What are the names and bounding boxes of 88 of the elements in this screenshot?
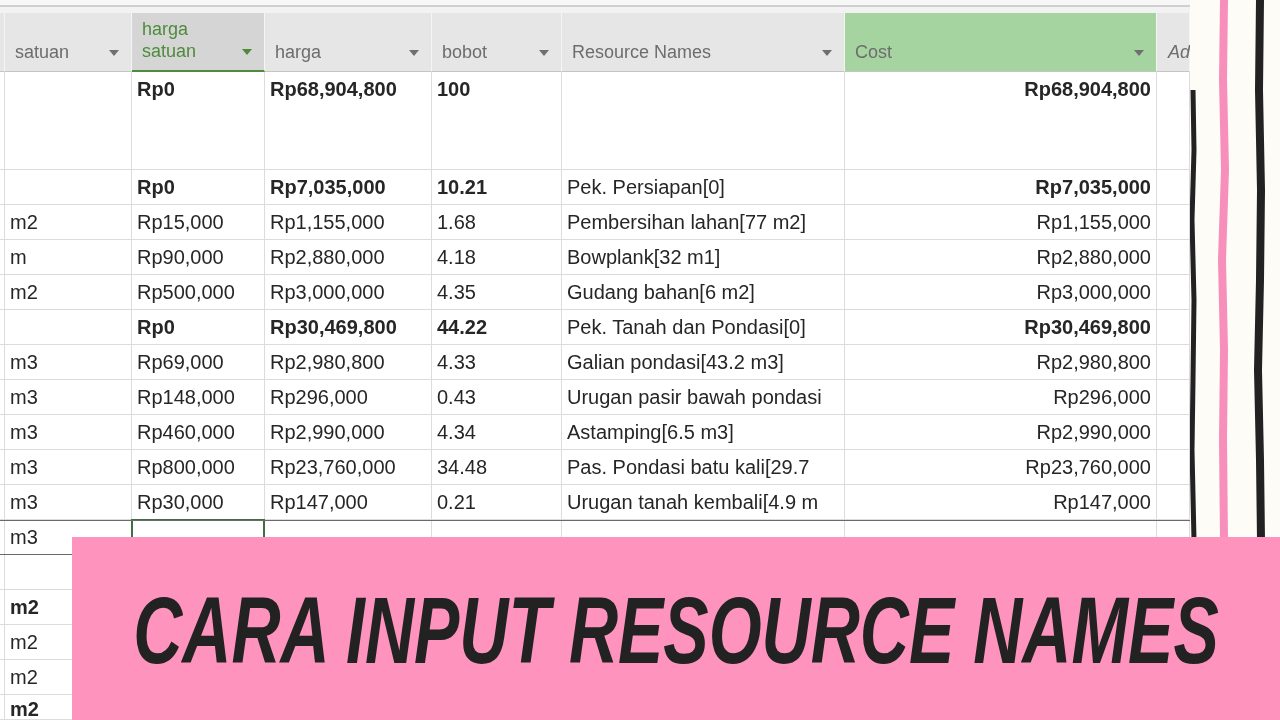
column-label: satuan [15,41,71,63]
cell-text: m3 [10,420,38,444]
cell-text: Rp23,760,000 [1025,455,1151,479]
cell-text: Rp0 [137,315,175,339]
cell-text: Bowplank[32 m1] [567,245,721,269]
cell-text: m2 [10,697,39,720]
cell-text: Pembersihan lahan[77 m2] [567,210,807,234]
column-header[interactable]: harga satuan [132,13,265,72]
cell-text: m3 [10,385,38,409]
cell-text: Pek. Tanah dan Pondasi[0] [567,315,806,339]
cell-text: 1.68 [437,210,476,234]
cell-text: 34.48 [437,455,488,479]
column-label: Ad [1168,41,1191,63]
cell-text: Rp2,990,000 [270,420,385,444]
column-header[interactable]: Cost [845,13,1157,72]
cell-text: Rp68,904,800 [1024,77,1151,101]
cell-text: Rp296,000 [270,385,368,409]
cell-text: Rp2,980,800 [1036,350,1151,374]
column-header[interactable]: Resource Names [562,13,845,72]
cell-text: Urugan tanah kembali[4.9 m [567,490,819,514]
cell-text: Rp148,000 [137,385,235,409]
cell-text: Rp15,000 [137,210,224,234]
cell-text: Rp0 [137,77,175,101]
cell-text: Rp68,904,800 [270,77,397,101]
cell-text: Rp30,000 [137,490,224,514]
cell-text: Rp296,000 [1053,385,1151,409]
cell-text: 4.35 [437,280,476,304]
cell-text: Rp500,000 [137,280,235,304]
cell-text: Galian pondasi[43.2 m3] [567,350,784,374]
column-header[interactable]: harga [265,13,432,72]
column-label: harga [275,41,323,63]
cell-text: 10.21 [437,175,488,199]
cell-text: Rp30,469,800 [1024,315,1151,339]
cell-text: Pas. Pondasi batu kali[29.7 [567,455,810,479]
cell-text: Rp7,035,000 [1035,175,1151,199]
column-label: Cost [855,41,893,63]
cell-text: m2 [10,630,38,654]
cell-text: Rp90,000 [137,245,224,269]
caret-icon[interactable] [539,50,549,56]
caret-icon[interactable] [1134,50,1144,56]
cell-text: Rp1,155,000 [270,210,385,234]
cell-text: Rp1,155,000 [1036,210,1151,234]
column-header[interactable]: bobot [432,13,562,72]
cell-text: 0.43 [437,385,476,409]
cell-text: m3 [10,350,38,374]
column-label: bobot [442,41,489,63]
cell-text: Rp30,469,800 [270,315,397,339]
caret-icon[interactable] [242,49,252,55]
banner-title: CARA INPUT RESOURCE NAMES [133,580,1219,677]
column-label: Resource Names [572,41,713,63]
cell-text: Rp800,000 [137,455,235,479]
cell-text: Rp69,000 [137,350,224,374]
cell-text: Rp460,000 [137,420,235,444]
cell-text: Rp2,880,000 [1036,245,1151,269]
cell-text: Rp0 [137,175,175,199]
cell-text: 4.18 [437,245,476,269]
cell-text: Rp147,000 [1053,490,1151,514]
cell-text: m2 [10,280,38,304]
cell-text: m3 [10,490,38,514]
cell-text: m2 [10,595,39,619]
cell-text: Rp3,000,000 [270,280,385,304]
cell-text: m3 [10,525,38,549]
cell-text: Rp2,990,000 [1036,420,1151,444]
cell-text: 44.22 [437,315,488,339]
cell-text: Rp3,000,000 [1036,280,1151,304]
cell-text: Gudang bahan[6 m2] [567,280,755,304]
cell-text: m2 [10,665,38,689]
column-header[interactable]: satuan [5,13,132,72]
cell-text: Rp23,760,000 [270,455,396,479]
column-label: harga satuan [142,18,198,62]
cell-text: 100 [437,77,471,101]
cell-text: Pek. Persiapan[0] [567,175,725,199]
caret-icon[interactable] [822,50,832,56]
cell-text: 4.33 [437,350,476,374]
caret-icon[interactable] [409,50,419,56]
cell-text: Rp147,000 [270,490,368,514]
caret-icon[interactable] [109,50,119,56]
cell-text: m3 [10,455,38,479]
cell-text: m [10,245,27,269]
cell-text: 0.21 [437,490,476,514]
cell-text: Urugan pasir bawah pondasi [567,385,822,409]
cell-text: Rp2,880,000 [270,245,385,269]
cell-text: Astamping[6.5 m3] [567,420,734,444]
column-header[interactable]: Ad [1157,13,1190,72]
cell-text: Rp2,980,800 [270,350,385,374]
cell-text: m2 [10,210,38,234]
cell-text: Rp7,035,000 [270,175,386,199]
cell-text: 4.34 [437,420,476,444]
